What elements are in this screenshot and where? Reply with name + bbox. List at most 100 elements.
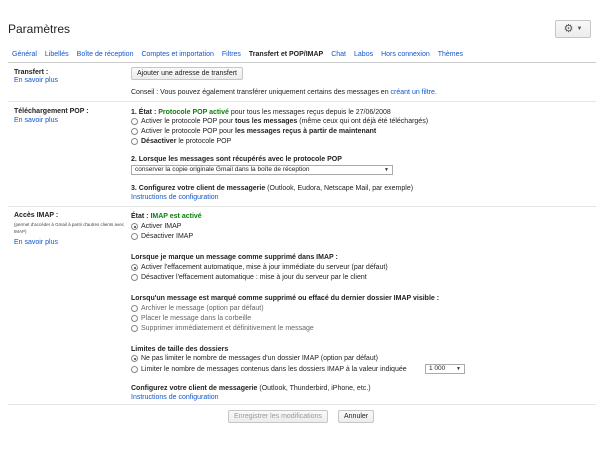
tab-offline[interactable]: Hors connexion bbox=[377, 49, 434, 63]
imap-expunge-archive-label: Archiver le message (option par défaut) bbox=[141, 305, 264, 312]
imap-disable-option[interactable]: Désactiver IMAP bbox=[131, 232, 193, 241]
transfer-tip-text: Conseil : Vous pouvez également transfér… bbox=[131, 89, 391, 96]
radio-button[interactable] bbox=[131, 355, 138, 362]
chevron-down-icon: ▼ bbox=[384, 167, 389, 173]
add-forwarding-address-button[interactable]: Ajouter une adresse de transfert bbox=[131, 67, 244, 80]
imap-enable-option[interactable]: Activer IMAP bbox=[131, 222, 181, 231]
save-changes-button[interactable]: Enregistrer les modifications bbox=[228, 410, 328, 423]
tab-forwarding-pop-imap[interactable]: Transfert et POP/IMAP bbox=[245, 49, 327, 63]
gear-icon: ⚙ bbox=[563, 22, 574, 35]
radio-button[interactable] bbox=[131, 274, 138, 281]
tab-labels[interactable]: Libellés bbox=[41, 49, 73, 63]
imap-folder-limit[interactable]: Limiter le nombre de messages contenus d… bbox=[131, 365, 407, 374]
imap-sublabel: (permet d'accéder à Gmail à partir d'aut… bbox=[14, 222, 125, 234]
tab-general[interactable]: Général bbox=[8, 49, 41, 63]
pop-option-disable-label: Désactiver le protocole POP bbox=[141, 137, 231, 146]
radio-button[interactable] bbox=[131, 128, 138, 135]
page-title: Paramètres bbox=[8, 22, 71, 36]
pop-status-value: Protocole POP activé bbox=[158, 109, 229, 116]
radio-button[interactable] bbox=[131, 223, 138, 230]
radio-button[interactable] bbox=[131, 315, 138, 322]
imap-enable-label: Activer IMAP bbox=[141, 223, 182, 230]
tab-filters[interactable]: Filtres bbox=[218, 49, 245, 63]
imap-auto-expunge-off-label: Désactiver l'effacement automatique : mi… bbox=[141, 274, 367, 281]
pop-status: 1. État : Protocole POP activé pour tous… bbox=[131, 108, 391, 117]
pop-option-all[interactable]: Activer le protocole POP pour tous les m… bbox=[131, 117, 428, 126]
imap-status-prefix: État : bbox=[131, 213, 151, 220]
radio-button[interactable] bbox=[131, 325, 138, 332]
chevron-down-icon: ▼ bbox=[456, 366, 461, 372]
radio-button[interactable] bbox=[131, 138, 138, 145]
imap-folder-no-limit[interactable]: Ne pas limiter le nombre de messages d'u… bbox=[131, 354, 378, 363]
option-text-bold: tous les messages bbox=[235, 118, 298, 125]
imap-disable-label: Désactiver IMAP bbox=[141, 233, 194, 240]
imap-config: Configurez votre client de messagerie (O… bbox=[131, 384, 371, 393]
imap-status-value: IMAP est activé bbox=[150, 213, 202, 220]
cancel-button[interactable]: Annuler bbox=[338, 410, 375, 423]
imap-folder-limit-heading: Limites de taille des dossiers bbox=[131, 346, 229, 353]
imap-expunge-trash[interactable]: Placer le message dans la corbeille bbox=[131, 314, 251, 323]
settings-header: Paramètres ⚙ ▼ bbox=[0, 0, 600, 42]
radio-button[interactable] bbox=[131, 264, 138, 271]
imap-config-heading: Configurez votre client de messagerie bbox=[131, 385, 258, 392]
settings-tabs: Général Libellés Boîte de réception Comp… bbox=[8, 49, 467, 63]
imap-folder-limit-value: 1 000 bbox=[429, 365, 446, 372]
radio-button[interactable] bbox=[131, 366, 138, 373]
section-divider bbox=[8, 101, 596, 102]
pop-option-from-now-label: Activer le protocole POP pour les messag… bbox=[141, 127, 376, 136]
imap-expunge-trash-label: Placer le message dans la corbeille bbox=[141, 315, 252, 322]
option-text-bold: les messages reçus à partir de maintenan… bbox=[235, 128, 377, 135]
imap-config-instructions-link[interactable]: Instructions de configuration bbox=[131, 393, 219, 402]
pop-action-select[interactable]: conserver la copie originale Gmail dans … bbox=[131, 165, 393, 175]
imap-config-note: (Outlook, Thunderbird, iPhone, etc.) bbox=[257, 385, 371, 392]
pop-action-select-value: conserver la copie originale Gmail dans … bbox=[135, 166, 310, 173]
pop-step3-note: (Outlook, Eudora, Netscape Mail, par exe… bbox=[265, 185, 414, 192]
tab-inbox[interactable]: Boîte de réception bbox=[73, 49, 138, 63]
section-divider bbox=[8, 206, 596, 207]
tab-labs[interactable]: Labos bbox=[350, 49, 377, 63]
pop-label: Téléchargement POP : bbox=[14, 108, 89, 115]
imap-auto-expunge-on[interactable]: Activer l'effacement automatique, mise à… bbox=[131, 263, 388, 272]
tab-chat[interactable]: Chat bbox=[327, 49, 350, 63]
radio-button[interactable] bbox=[131, 305, 138, 312]
option-text: Activer le protocole POP pour bbox=[141, 128, 236, 135]
pop-status-suffix: pour tous les messages reçus depuis le 2… bbox=[228, 109, 391, 116]
create-filter-link[interactable]: créant un filtre. bbox=[391, 89, 437, 96]
option-text-bold: Désactiver bbox=[141, 138, 177, 145]
pop-step3: 3. Configurez votre client de messagerie… bbox=[131, 184, 413, 193]
option-text: (même ceux qui ont déjà été téléchargés) bbox=[297, 118, 429, 125]
transfer-tip: Conseil : Vous pouvez également transfér… bbox=[131, 88, 437, 97]
pop-option-all-label: Activer le protocole POP pour tous les m… bbox=[141, 117, 428, 126]
pop-option-disable[interactable]: Désactiver le protocole POP bbox=[131, 137, 231, 146]
chevron-down-icon: ▼ bbox=[576, 26, 583, 32]
pop-learn-more-link[interactable]: En savoir plus bbox=[14, 117, 58, 124]
imap-expunge-heading: Lorsqu'un message est marqué comme suppr… bbox=[131, 295, 440, 302]
imap-label: Accès IMAP : bbox=[14, 212, 59, 219]
imap-expunge-delete-label: Supprimer immédiatement et définitivemen… bbox=[141, 325, 314, 332]
radio-button[interactable] bbox=[131, 233, 138, 240]
section-divider bbox=[8, 404, 596, 405]
settings-menu-button[interactable]: ⚙ ▼ bbox=[555, 20, 591, 38]
imap-auto-expunge-off[interactable]: Désactiver l'effacement automatique : mi… bbox=[131, 273, 367, 282]
radio-button[interactable] bbox=[131, 118, 138, 125]
imap-expunge-delete[interactable]: Supprimer immédiatement et définitivemen… bbox=[131, 324, 314, 333]
transfer-learn-more-link[interactable]: En savoir plus bbox=[14, 77, 58, 84]
imap-delete-heading: Lorsque je marque un message comme suppr… bbox=[131, 254, 338, 261]
pop-config-instructions-link[interactable]: Instructions de configuration bbox=[131, 193, 219, 202]
imap-folder-no-limit-label: Ne pas limiter le nombre de messages d'u… bbox=[141, 355, 378, 362]
imap-learn-more-link[interactable]: En savoir plus bbox=[14, 239, 58, 246]
imap-folder-limit-select[interactable]: 1 000 ▼ bbox=[425, 364, 465, 374]
pop-option-from-now[interactable]: Activer le protocole POP pour les messag… bbox=[131, 127, 376, 136]
imap-folder-limit-label: Limiter le nombre de messages contenus d… bbox=[141, 366, 407, 373]
imap-expunge-archive[interactable]: Archiver le message (option par défaut) bbox=[131, 304, 264, 313]
option-text: le protocole POP bbox=[176, 138, 232, 145]
pop-status-prefix: 1. État : bbox=[131, 109, 159, 116]
imap-auto-expunge-on-label: Activer l'effacement automatique, mise à… bbox=[141, 264, 388, 271]
pop-step3-heading: 3. Configurez votre client de messagerie bbox=[131, 185, 266, 192]
transfer-label: Transfert : bbox=[14, 69, 49, 76]
tab-themes[interactable]: Thèmes bbox=[434, 49, 467, 63]
imap-status: État : IMAP est activé bbox=[131, 212, 202, 221]
tab-accounts[interactable]: Comptes et importation bbox=[137, 49, 217, 63]
pop-step2-heading: 2. Lorsque les messages sont récupérés a… bbox=[131, 156, 342, 163]
option-text: Activer le protocole POP pour bbox=[141, 118, 236, 125]
